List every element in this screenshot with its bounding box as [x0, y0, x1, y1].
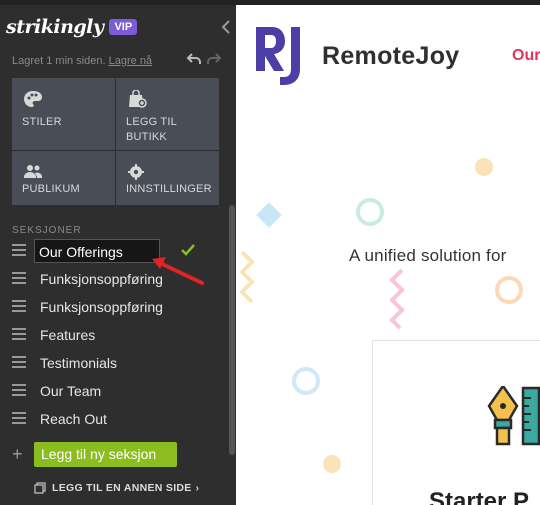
tile-styles-label: STILER	[22, 116, 62, 128]
drag-handle-icon[interactable]	[12, 272, 26, 284]
tile-audience-label: PUBLIKUM	[22, 183, 80, 195]
add-section-row: + Legg til ny seksjon	[0, 442, 230, 468]
pages-icon	[34, 482, 46, 494]
site-header: RemoteJoy Our	[236, 5, 540, 110]
redo-icon[interactable]	[206, 52, 222, 66]
add-page-link[interactable]: LEGG TIL EN ANNEN SIDE ›	[34, 481, 199, 495]
pricing-card-title: Starter P	[429, 488, 530, 505]
confetti-dot-small-decoration	[323, 455, 341, 473]
drag-handle-icon[interactable]	[12, 412, 26, 424]
editor-sidebar: strikingly VIP Lagret 1 min siden. Lagre…	[0, 5, 236, 505]
tile-audience[interactable]: PUBLIKUM	[12, 151, 115, 205]
tile-settings[interactable]: INNSTILLINGER	[116, 151, 219, 205]
design-tools-icon	[487, 386, 540, 446]
site-preview: RemoteJoy Our A unified solution for Sta…	[236, 5, 540, 505]
brand-logo: strikingly	[6, 16, 104, 38]
brand: strikingly VIP	[6, 15, 138, 39]
sections-heading: SEKSJONER	[12, 225, 82, 236]
save-status-text: Lagret 1 min siden.	[12, 55, 106, 67]
remotejoy-logo-icon[interactable]	[254, 25, 304, 87]
people-icon	[24, 165, 43, 178]
nav-link-our[interactable]: Our	[512, 47, 540, 65]
confetti-squiggle-decoration	[239, 250, 255, 304]
shop-bag-icon	[129, 90, 147, 108]
section-item-feature-list-2[interactable]: Funksjonsoppføring	[0, 293, 230, 321]
undo-icon[interactable]	[186, 52, 202, 66]
drag-handle-icon[interactable]	[12, 384, 26, 396]
tile-settings-label: INNSTILLINGER	[126, 183, 212, 195]
tools-grid: STILER LEGG TIL BUTIKK PUBLIKUM INNSTILL…	[12, 78, 219, 205]
confetti-ring-blue-decoration	[292, 367, 320, 395]
drag-handle-icon[interactable]	[12, 244, 26, 256]
confetti-squiggle-pink-decoration	[389, 268, 405, 330]
section-item-reach-out[interactable]: Reach Out	[0, 405, 230, 433]
collapse-sidebar-icon[interactable]	[219, 19, 233, 35]
section-item-testimonials[interactable]: Testimonials	[0, 349, 230, 377]
annotation-arrow	[152, 257, 204, 285]
site-name[interactable]: RemoteJoy	[322, 42, 459, 71]
save-now-link[interactable]: Lagre nå	[109, 55, 152, 67]
section-item-our-team[interactable]: Our Team	[0, 377, 230, 405]
vip-badge: VIP	[109, 19, 138, 35]
section-label: Reach Out	[40, 411, 107, 427]
add-section-button[interactable]: Legg til ny seksjon	[34, 442, 177, 467]
drag-handle-icon[interactable]	[12, 328, 26, 340]
tile-styles[interactable]: STILER	[12, 78, 115, 150]
section-label: Features	[40, 327, 96, 343]
confetti-diamond-decoration	[256, 202, 282, 228]
tile-add-store-label: LEGG TIL BUTIKK	[126, 116, 177, 143]
plus-icon: +	[12, 444, 23, 464]
tile-add-store[interactable]: LEGG TIL BUTIKK	[116, 78, 219, 150]
section-label: Our Team	[40, 383, 102, 399]
section-label: Testimonials	[40, 355, 118, 371]
palette-icon	[24, 91, 42, 107]
chevron-right-icon: ›	[195, 482, 200, 494]
gear-icon	[128, 164, 144, 180]
add-page-label: LEGG TIL EN ANNEN SIDE	[52, 482, 192, 494]
confetti-ring-orange-decoration	[495, 276, 523, 304]
save-status: Lagret 1 min siden. Lagre nå	[12, 55, 152, 67]
section-item-features[interactable]: Features	[0, 321, 230, 349]
drag-handle-icon[interactable]	[12, 356, 26, 368]
drag-handle-icon[interactable]	[12, 300, 26, 312]
section-label: Funksjonsoppføring	[40, 299, 163, 315]
confetti-ring-decoration	[356, 198, 384, 226]
confetti-dot-decoration	[475, 158, 493, 176]
pricing-card[interactable]: Starter P	[372, 340, 540, 505]
hero-tagline: A unified solution for	[349, 246, 507, 265]
section-label: Funksjonsoppføring	[40, 271, 163, 287]
section-name-input[interactable]: Our Offerings	[34, 239, 160, 263]
